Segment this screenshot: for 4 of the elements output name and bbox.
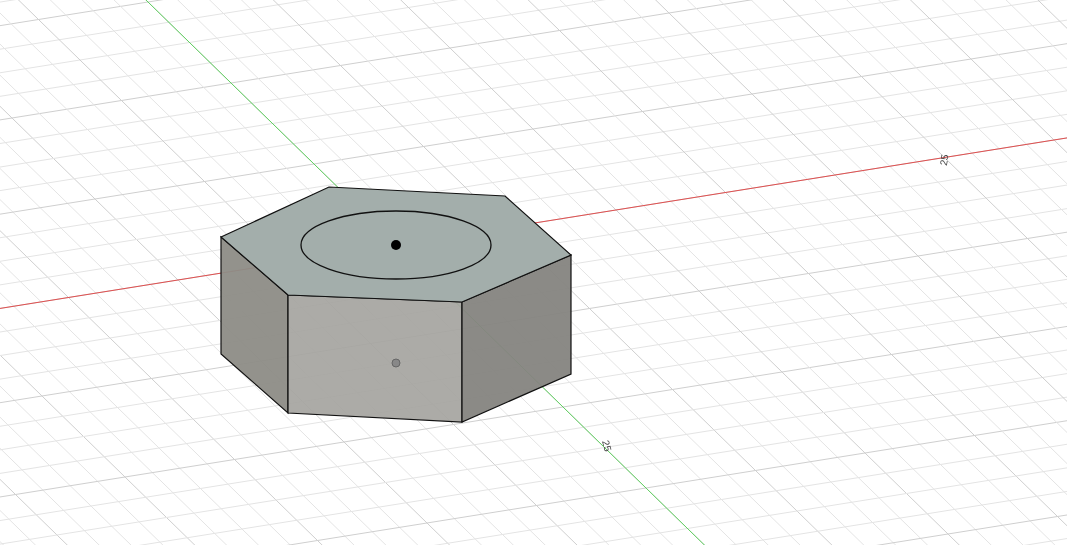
axis-label: 25: [600, 439, 614, 453]
axis-label: 25: [937, 153, 951, 167]
hex-prism-drawing[interactable]: [219, 186, 573, 423]
viewport-canvas[interactable]: 25 25: [0, 0, 1067, 545]
